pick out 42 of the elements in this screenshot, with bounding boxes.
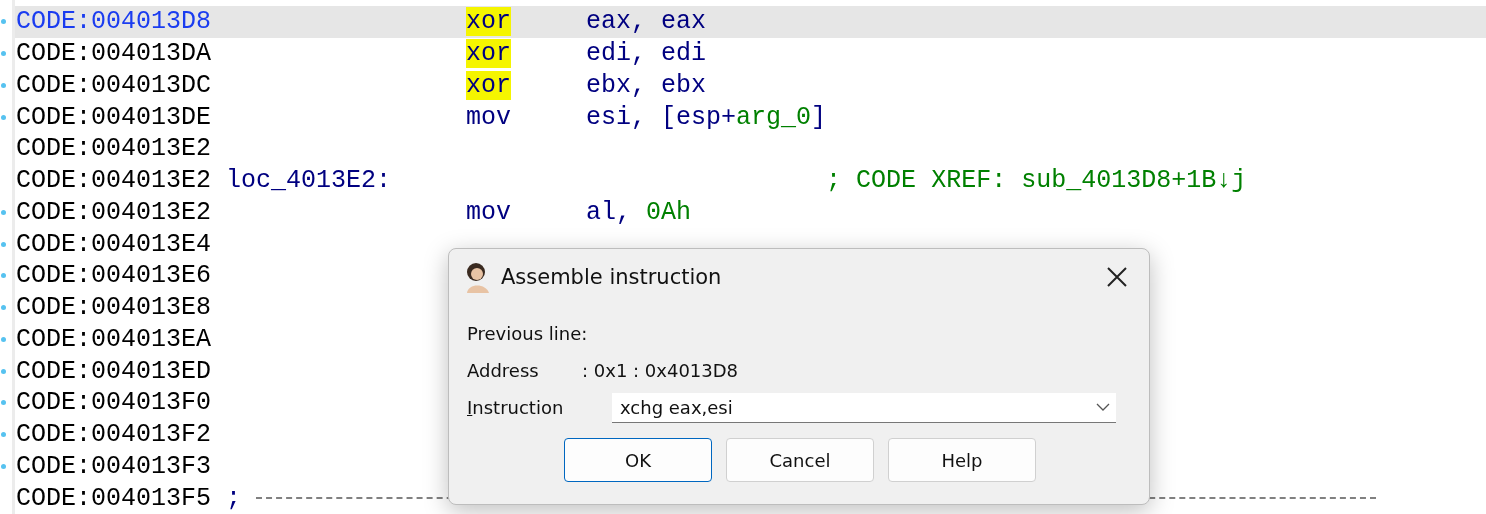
listing-row[interactable]: CODE:004013DA xor edi, edi [15, 37, 1486, 70]
mnemonic-text: xor [466, 7, 512, 37]
operands-text: esi, [esp+arg_0] [586, 102, 827, 132]
address-text: CODE:004013DC [16, 70, 213, 100]
instruction-label: Instruction [467, 397, 565, 418]
address-text: CODE:004013E2 [16, 197, 213, 227]
dialog-button[interactable]: Cancel [726, 438, 874, 482]
section-heading: Previous line: [467, 323, 588, 344]
operands-text: edi, edi [586, 39, 707, 69]
chevron-down-icon[interactable] [1096, 403, 1110, 411]
address-text: CODE:004013F2 [16, 420, 213, 450]
address-text: CODE:004013DE [16, 102, 213, 132]
mnemonic-text: xor [466, 70, 512, 100]
address-text: CODE:004013E2 [16, 134, 213, 164]
listing-row[interactable]: CODE:004013E2 mov al, 0Ah [15, 196, 1486, 229]
address-text: CODE:004013F5 [16, 483, 213, 513]
code-label: loc_4013E2: [226, 166, 393, 196]
address-text: CODE:004013DA [16, 39, 213, 69]
address-value: : 0x1 : 0x4013D8 [582, 360, 739, 381]
xref-comment: ; CODE XREF: sub_4013D8+1B↓j [826, 166, 1247, 196]
address-text: CODE:004013E8 [16, 293, 213, 323]
dialog-button[interactable]: Help [888, 438, 1036, 482]
dialog-title: Assemble instruction [501, 265, 723, 289]
listing-row[interactable]: CODE:004013E2 [15, 133, 1486, 165]
close-icon [1106, 266, 1128, 288]
mnemonic-text: mov [466, 197, 512, 227]
mnemonic-text: mov [466, 102, 512, 132]
listing-row[interactable]: CODE:004013DC xor ebx, ebx [15, 69, 1486, 102]
dialog-button[interactable]: OK [564, 438, 712, 482]
comment-marker: ; [226, 483, 242, 513]
mnemonic-text: xor [466, 39, 512, 69]
instruction-combobox[interactable]: xchg eax,esi [612, 392, 1116, 423]
address-text: CODE:004013E2 [16, 166, 213, 196]
listing-row[interactable]: CODE:004013D8 xor eax, eax [15, 6, 1486, 38]
address-text: CODE:004013E4 [16, 229, 213, 259]
operands-text: ebx, ebx [586, 70, 707, 100]
operands-text: al, 0Ah [586, 197, 692, 227]
address-label: Address [467, 360, 540, 381]
listing-row[interactable]: CODE:004013E2 loc_4013E2: ; CODE XREF: sub_4013D8+1B↓j [15, 164, 1486, 197]
address-text: CODE:004013D8 [16, 7, 213, 37]
operands-text: eax, eax [586, 7, 707, 37]
listing-row[interactable]: CODE:004013DE mov esi, [esp+arg_0] [15, 101, 1486, 133]
